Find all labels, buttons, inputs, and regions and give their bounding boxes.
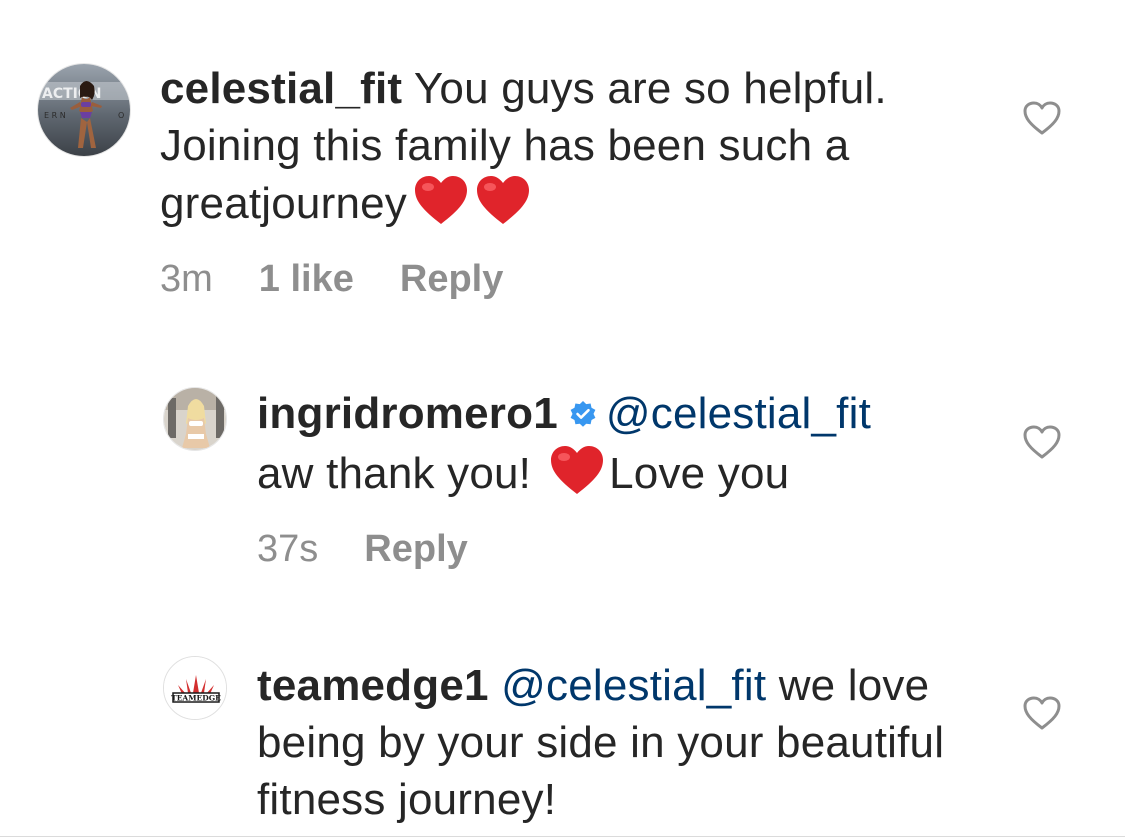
red-heart-emoji — [413, 174, 469, 240]
red-heart-emoji — [549, 444, 605, 510]
comment-text: Love you — [609, 449, 790, 498]
red-heart-emoji — [475, 174, 531, 240]
heart-outline-icon[interactable] — [1022, 100, 1062, 136]
comment-meta: 37s Reply — [257, 528, 514, 571]
mention-link[interactable]: @celestial_fit — [606, 389, 871, 438]
timestamp: 37s — [257, 528, 319, 570]
mention-link[interactable]: @celestial_fit — [501, 661, 766, 710]
heart-outline-icon[interactable] — [1022, 424, 1062, 460]
divider — [0, 836, 1125, 837]
ingridromero1-avatar[interactable] — [163, 387, 227, 451]
teamedge-logo-text: TEAMEDGE — [171, 694, 221, 703]
heart-outline-icon[interactable] — [1022, 695, 1062, 731]
likes-count[interactable]: 1 like — [259, 258, 354, 300]
comment-body: celestial_fit You guys are so helpful. J… — [160, 60, 980, 240]
username[interactable]: ingridromero1 — [257, 389, 558, 438]
comment-body: teamedge1 @celestial_fit we love being b… — [257, 657, 977, 828]
username[interactable]: teamedge1 — [257, 661, 489, 710]
verified-badge-icon — [568, 387, 598, 444]
reply-button[interactable]: Reply — [364, 528, 467, 570]
reply-button[interactable]: Reply — [400, 258, 503, 300]
comment-text: aw thank you! — [257, 449, 532, 498]
comment-body: ingridromero1 @celestial_fit aw thank yo… — [257, 385, 977, 510]
svg-text:O: O — [118, 111, 124, 120]
comment-meta: 3m 1 like Reply — [160, 258, 549, 301]
username[interactable]: celestial_fit — [160, 64, 402, 113]
timestamp: 3m — [160, 258, 213, 300]
svg-text:E R N: E R N — [44, 111, 66, 120]
teamedge-logo-avatar[interactable]: TEAMEDGE — [163, 656, 227, 720]
celestial-fit-avatar[interactable]: ACTION E R N O — [37, 63, 131, 157]
